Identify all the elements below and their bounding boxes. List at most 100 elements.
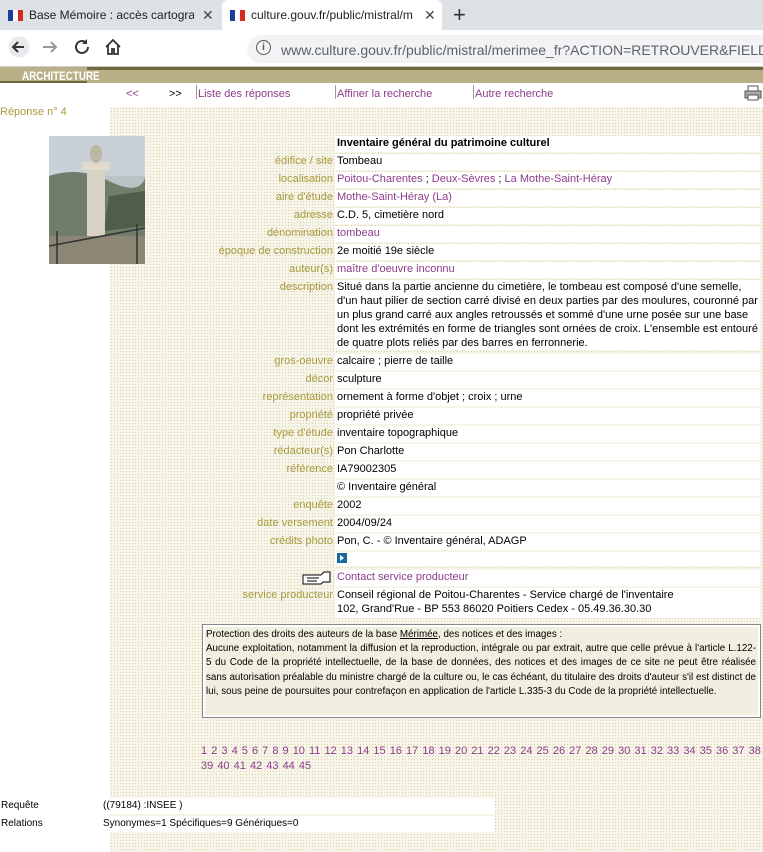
value-redacteur: Pon Charlotte bbox=[335, 444, 760, 460]
french-flag-icon bbox=[8, 9, 23, 21]
page-link-4[interactable]: 4 bbox=[232, 745, 238, 757]
label-type-etude: type d'étude bbox=[273, 427, 333, 439]
close-icon[interactable]: ✕ bbox=[202, 7, 214, 24]
relations-label: Relations bbox=[1, 818, 43, 829]
page-link-15[interactable]: 15 bbox=[373, 745, 385, 757]
next-link[interactable]: >> bbox=[169, 88, 182, 100]
value-enquete: 2002 bbox=[335, 498, 760, 514]
page-link-34[interactable]: 34 bbox=[683, 745, 695, 757]
info-icon[interactable]: i bbox=[256, 40, 271, 55]
page-link-42[interactable]: 42 bbox=[250, 760, 262, 772]
page-link-7[interactable]: 7 bbox=[262, 745, 268, 757]
page-link-10[interactable]: 10 bbox=[293, 745, 305, 757]
link-aire[interactable]: Mothe-Saint-Héray (La) bbox=[337, 191, 452, 203]
label-gros-oeuvre: gros-oeuvre bbox=[274, 355, 333, 367]
page-link-12[interactable]: 12 bbox=[324, 745, 336, 757]
page-link-21[interactable]: 21 bbox=[471, 745, 483, 757]
page-link-31[interactable]: 31 bbox=[634, 745, 646, 757]
page-link-32[interactable]: 32 bbox=[651, 745, 663, 757]
label-auteur: auteur(s) bbox=[288, 263, 333, 275]
representation-text: ornement à forme d'objet ; croix ; urne bbox=[337, 391, 523, 403]
page-link-41[interactable]: 41 bbox=[234, 760, 246, 772]
page-link-13[interactable]: 13 bbox=[341, 745, 353, 757]
forward-icon[interactable] bbox=[41, 38, 59, 61]
page-link-45[interactable]: 45 bbox=[299, 760, 311, 772]
page-link-3[interactable]: 3 bbox=[221, 745, 227, 757]
page-link-44[interactable]: 44 bbox=[283, 760, 295, 772]
page-link-23[interactable]: 23 bbox=[504, 745, 516, 757]
page-link-37[interactable]: 37 bbox=[732, 745, 744, 757]
banner-line bbox=[87, 67, 763, 70]
value-gros-oeuvre: calcaire ; pierre de taille bbox=[335, 354, 760, 370]
type-etude-text: inventaire topographique bbox=[337, 427, 459, 439]
tab-title: culture.gouv.fr/public/mistral/m bbox=[251, 8, 413, 22]
tab-base-memoire[interactable]: Base Mémoire : accès cartograph ✕ bbox=[0, 0, 218, 30]
page-link-36[interactable]: 36 bbox=[716, 745, 728, 757]
other-search-link[interactable]: Autre recherche bbox=[475, 88, 553, 100]
page-link-29[interactable]: 29 bbox=[602, 745, 614, 757]
page-link-22[interactable]: 22 bbox=[488, 745, 500, 757]
refine-search-link[interactable]: Affiner la recherche bbox=[337, 88, 432, 100]
page-link-35[interactable]: 35 bbox=[700, 745, 712, 757]
page-link-20[interactable]: 20 bbox=[455, 745, 467, 757]
value-adresse: C.D. 5, cimetière nord bbox=[335, 208, 760, 224]
page-link-28[interactable]: 28 bbox=[585, 745, 597, 757]
record-title: Inventaire général du patrimoine culture… bbox=[335, 136, 760, 152]
value-localisation: Poitou-Charentes ; Deux-Sèvres ; La Moth… bbox=[335, 172, 760, 188]
label-reference: référence bbox=[286, 463, 333, 475]
page-link-18[interactable]: 18 bbox=[422, 745, 434, 757]
reload-icon[interactable] bbox=[73, 38, 91, 61]
arrow-right-icon[interactable] bbox=[337, 553, 347, 563]
page-link-43[interactable]: 43 bbox=[266, 760, 278, 772]
value-reference: IA79002305 bbox=[335, 462, 760, 478]
page-link-1[interactable]: 1 bbox=[201, 745, 207, 757]
enquete-text: 2002 bbox=[337, 499, 362, 511]
link-departement[interactable]: Deux-Sèvres bbox=[432, 173, 496, 185]
value-type-etude: inventaire topographique bbox=[335, 426, 760, 442]
link-commune[interactable]: La Mothe-Saint-Héray bbox=[505, 173, 613, 185]
legal-notice-text: Protection des droits des auteurs de la … bbox=[206, 628, 756, 699]
decor-text: sculpture bbox=[337, 373, 382, 385]
tomb-photo[interactable] bbox=[49, 136, 145, 264]
french-flag-icon bbox=[230, 9, 245, 21]
page-link-26[interactable]: 26 bbox=[553, 745, 565, 757]
home-icon[interactable] bbox=[104, 38, 122, 61]
page-link-40[interactable]: 40 bbox=[217, 760, 229, 772]
new-tab-icon[interactable]: + bbox=[453, 2, 466, 28]
back-icon[interactable] bbox=[8, 36, 30, 63]
tab-culture-gouv[interactable]: culture.gouv.fr/public/mistral/m ✕ bbox=[222, 0, 442, 30]
page-link-14[interactable]: 14 bbox=[357, 745, 369, 757]
link-denomination[interactable]: tombeau bbox=[337, 227, 380, 239]
page-link-19[interactable]: 19 bbox=[439, 745, 451, 757]
prev-link[interactable]: << bbox=[126, 88, 139, 100]
contact-link[interactable]: Contact service producteur bbox=[337, 571, 468, 583]
page-link-25[interactable]: 25 bbox=[537, 745, 549, 757]
url-host: www.culture.gouv.fr bbox=[281, 42, 403, 58]
page-link-17[interactable]: 17 bbox=[406, 745, 418, 757]
close-icon[interactable]: ✕ bbox=[424, 7, 436, 24]
value-edifice: Tombeau bbox=[335, 154, 760, 170]
page-link-27[interactable]: 27 bbox=[569, 745, 581, 757]
page-link-16[interactable]: 16 bbox=[390, 745, 402, 757]
page-link-33[interactable]: 33 bbox=[667, 745, 679, 757]
value-description: Situé dans la partie ancienne du cimetiè… bbox=[335, 280, 760, 350]
page-link-38[interactable]: 38 bbox=[749, 745, 761, 757]
results-list-link[interactable]: Liste des réponses bbox=[198, 88, 290, 100]
label-enquete: enquête bbox=[293, 499, 333, 511]
page-link-9[interactable]: 9 bbox=[283, 745, 289, 757]
reference-text: IA79002305 bbox=[337, 463, 397, 475]
page-link-8[interactable]: 8 bbox=[272, 745, 278, 757]
page-link-24[interactable]: 24 bbox=[520, 745, 532, 757]
label-propriete: propriété bbox=[289, 409, 333, 421]
tab-title: Base Mémoire : accès cartograph bbox=[29, 8, 194, 22]
printer-icon[interactable] bbox=[744, 85, 762, 101]
page-link-11[interactable]: 11 bbox=[309, 745, 320, 757]
page-link-39[interactable]: 39 bbox=[201, 760, 213, 772]
page-link-5[interactable]: 5 bbox=[242, 745, 248, 757]
page-link-6[interactable]: 6 bbox=[252, 745, 258, 757]
page-link-2[interactable]: 2 bbox=[211, 745, 217, 757]
link-region[interactable]: Poitou-Charentes bbox=[337, 173, 423, 185]
page-link-30[interactable]: 30 bbox=[618, 745, 630, 757]
merimee-link[interactable]: Mérimée bbox=[400, 629, 438, 640]
link-auteur[interactable]: maître d'oeuvre inconnu bbox=[337, 263, 455, 275]
